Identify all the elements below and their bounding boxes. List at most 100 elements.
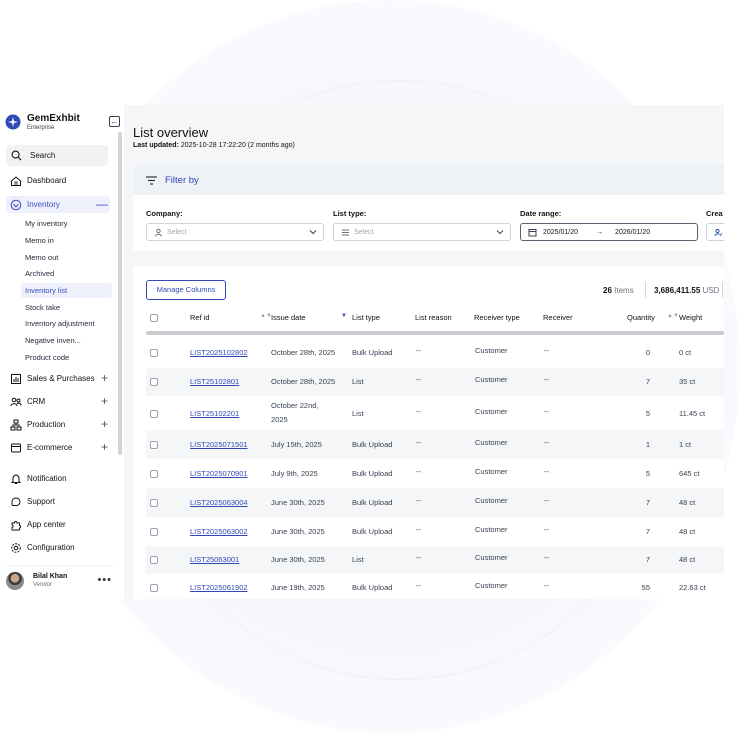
user-role: Vendor bbox=[33, 582, 53, 588]
receiver: -- bbox=[544, 525, 549, 534]
ref-id-link[interactable]: LIST2025071501 bbox=[190, 440, 248, 449]
created-by-select[interactable] bbox=[706, 223, 724, 241]
nav-sales-purchases[interactable]: Sales & Purchases + bbox=[6, 370, 110, 387]
row-checkbox[interactable] bbox=[150, 349, 158, 357]
receiver: -- bbox=[544, 581, 549, 590]
list-reason: -- bbox=[416, 525, 421, 534]
ref-id-link[interactable]: LIST2025070901 bbox=[190, 469, 248, 478]
issue-date: July 9th, 2025 bbox=[271, 469, 318, 478]
table-row[interactable]: LIST25063001 June 30th, 2025 List -- Custome… bbox=[146, 546, 724, 574]
subnav-stock-take[interactable]: Stock take bbox=[21, 300, 112, 315]
row-checkbox[interactable] bbox=[150, 499, 158, 507]
ref-id-link[interactable]: LIST25063001 bbox=[190, 555, 239, 564]
nav-crm[interactable]: CRM + bbox=[6, 393, 110, 410]
table-row[interactable]: LIST2025102802 October 28th, 2025 Bulk Upl… bbox=[146, 340, 724, 366]
sort-icon[interactable]: ▲▼ bbox=[667, 313, 679, 319]
ref-id-link[interactable]: LIST2025063004 bbox=[190, 498, 248, 507]
expand-plus-icon[interactable]: + bbox=[101, 371, 108, 385]
ref-id-link[interactable]: LIST2025102802 bbox=[190, 348, 248, 357]
col-list-reason[interactable]: List reason bbox=[415, 313, 452, 322]
expand-plus-icon[interactable]: + bbox=[101, 440, 108, 454]
nav-production-label: Production bbox=[27, 420, 66, 429]
more-options-icon[interactable]: ••• bbox=[97, 574, 112, 586]
sidebar-search[interactable]: Search bbox=[6, 145, 108, 166]
list-type: Bulk Upload bbox=[352, 527, 393, 536]
row-checkbox[interactable] bbox=[150, 410, 158, 418]
items-count: 26 Items bbox=[603, 286, 634, 295]
date-to[interactable]: 2026/01/20 bbox=[615, 229, 650, 236]
row-checkbox[interactable] bbox=[150, 528, 158, 536]
list-type: List bbox=[352, 377, 364, 386]
table-row[interactable]: LIST2025071501 July 15th, 2025 Bulk Upload… bbox=[146, 430, 724, 459]
nav-app-center[interactable]: App center bbox=[6, 516, 110, 533]
list-type-placeholder: Select bbox=[354, 228, 374, 236]
col-ref-id[interactable]: Ref id bbox=[190, 313, 210, 322]
issue-date-year: 2025 bbox=[271, 415, 288, 424]
nav-ecommerce[interactable]: E-commerce + bbox=[6, 439, 110, 456]
ref-id-link[interactable]: LIST2025063002 bbox=[190, 527, 248, 536]
subnav-memo-out[interactable]: Memo out bbox=[21, 250, 112, 265]
select-all-checkbox[interactable] bbox=[150, 314, 158, 322]
table-row[interactable]: LIST2025061902 June 19th, 2025 Bulk Upload… bbox=[146, 574, 724, 599]
search-label: Search bbox=[30, 151, 56, 160]
ref-id-link[interactable]: LIST2025061902 bbox=[190, 583, 248, 592]
col-receiver[interactable]: Receiver bbox=[543, 313, 573, 322]
brand-name: GemExhbit bbox=[27, 113, 80, 124]
nav-notification[interactable]: Notification bbox=[6, 470, 110, 487]
sidebar: GemExhbit Enterprise ← Search Dashboard … bbox=[0, 105, 124, 599]
expand-plus-icon[interactable]: + bbox=[101, 394, 108, 408]
gem-logo-icon bbox=[5, 114, 21, 130]
row-checkbox[interactable] bbox=[150, 584, 158, 592]
subnav-my-inventory[interactable]: My inventory bbox=[21, 216, 112, 231]
col-list-type[interactable]: List type bbox=[352, 313, 380, 322]
quantity: 7 bbox=[645, 555, 650, 564]
weight: 48 ct bbox=[679, 555, 696, 564]
subnav-memo-in[interactable]: Memo in bbox=[21, 233, 112, 248]
subnav-archived[interactable]: Archived bbox=[21, 266, 112, 281]
col-issue-date[interactable]: Issue date bbox=[271, 313, 306, 322]
row-checkbox[interactable] bbox=[150, 556, 158, 564]
nav-dashboard[interactable]: Dashboard bbox=[6, 172, 110, 189]
receiver-type: Customer bbox=[475, 407, 508, 416]
date-range-picker[interactable]: 2025/01/20 → 2026/01/20 bbox=[520, 223, 698, 241]
expand-plus-icon[interactable]: + bbox=[101, 417, 108, 431]
col-receiver-type[interactable]: Receiver type bbox=[474, 313, 520, 322]
col-weight[interactable]: Weight bbox=[679, 313, 702, 322]
list-reason: -- bbox=[416, 467, 421, 476]
date-from[interactable]: 2025/01/20 bbox=[543, 229, 578, 236]
sort-desc-icon[interactable]: ▼ bbox=[341, 313, 347, 319]
table-row[interactable]: LIST2025063002 June 30th, 2025 Bulk Upload… bbox=[146, 517, 724, 546]
table-row[interactable]: LIST2025070901 July 9th, 2025 Bulk Upload -… bbox=[146, 459, 724, 488]
collapse-minus-icon[interactable]: — bbox=[96, 197, 108, 211]
subnav-inventory-list[interactable]: Inventory list bbox=[21, 283, 112, 298]
list-type: Bulk Upload bbox=[352, 440, 393, 449]
col-quantity[interactable]: Quantity bbox=[627, 313, 655, 322]
production-icon bbox=[10, 419, 22, 430]
row-checkbox[interactable] bbox=[150, 378, 158, 386]
gear-icon bbox=[11, 542, 21, 553]
subnav-inventory-adjustment[interactable]: Inventory adjustment bbox=[21, 316, 112, 331]
company-select[interactable]: Select bbox=[146, 223, 324, 241]
subnav-product-code[interactable]: Product code bbox=[21, 350, 112, 365]
table-row[interactable]: LIST2025063004 June 30th, 2025 Bulk Upload… bbox=[146, 488, 724, 517]
horizontal-scrollbar[interactable] bbox=[146, 331, 724, 335]
chart-icon bbox=[11, 373, 21, 384]
manage-columns-button[interactable]: Manage Columns bbox=[146, 280, 226, 300]
collapse-sidebar-icon[interactable]: ← bbox=[109, 116, 120, 127]
filter-by-toggle[interactable]: Filter by bbox=[133, 165, 724, 195]
list-type-select[interactable]: Select bbox=[333, 223, 511, 241]
row-checkbox[interactable] bbox=[150, 470, 158, 478]
user-profile[interactable]: Bilal Khan Vendor ••• bbox=[6, 565, 114, 591]
subnav-negative-inventory[interactable]: Negative inven... bbox=[21, 333, 112, 348]
sidebar-scrollbar[interactable] bbox=[118, 132, 122, 455]
nav-production[interactable]: Production + bbox=[6, 416, 110, 433]
nav-support[interactable]: Support bbox=[6, 493, 110, 510]
nav-configuration[interactable]: Configuration bbox=[6, 539, 110, 556]
row-checkbox[interactable] bbox=[150, 441, 158, 449]
receiver: -- bbox=[544, 438, 549, 447]
table-row[interactable]: LIST25102201 October 22nd, List -- Customer -… bbox=[146, 398, 724, 430]
nav-inventory[interactable]: Inventory — bbox=[6, 196, 110, 213]
ref-id-link[interactable]: LIST25102201 bbox=[190, 409, 239, 418]
ref-id-link[interactable]: LIST25102801 bbox=[190, 377, 239, 386]
table-row[interactable]: LIST25102801 October 28th, 2025 List -- Cust… bbox=[146, 368, 724, 396]
